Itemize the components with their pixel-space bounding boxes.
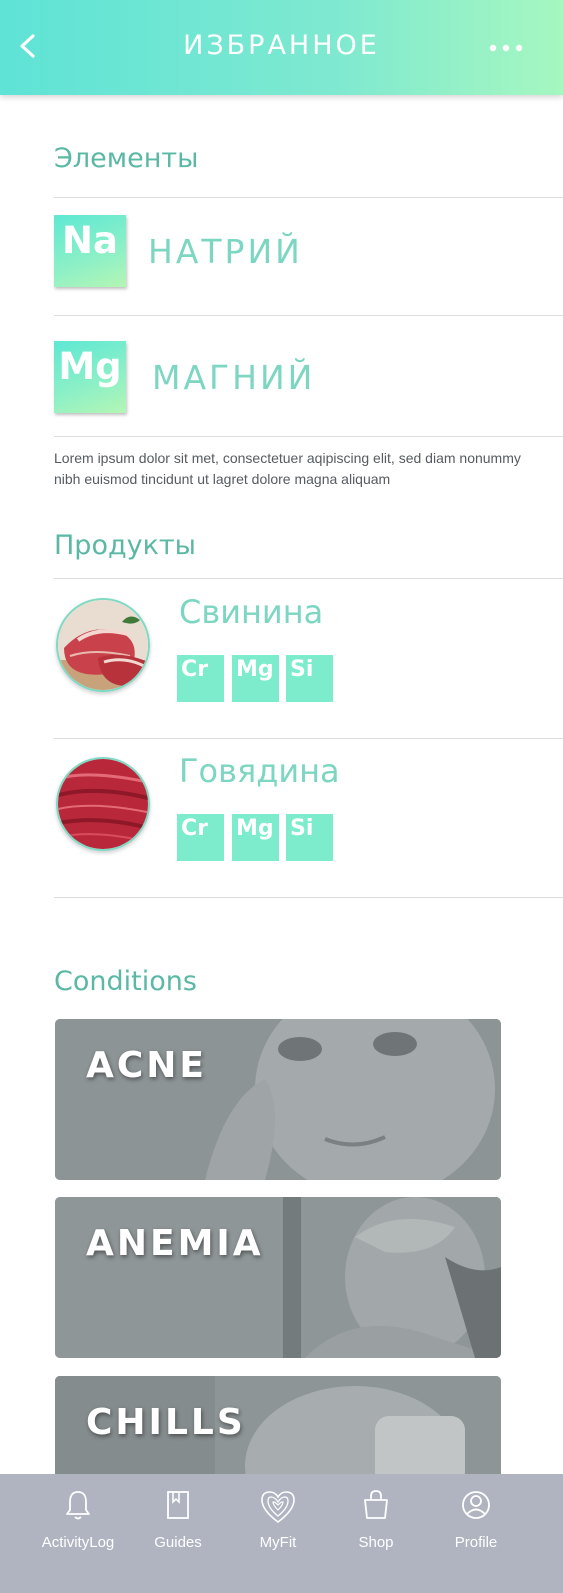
tab-myfit[interactable]: MyFit: [228, 1474, 328, 1593]
product-element-chip: Mg: [232, 814, 279, 861]
tab-activitylog[interactable]: ActivityLog: [28, 1474, 128, 1593]
divider: [54, 315, 563, 316]
condition-label: ACNE: [86, 1045, 208, 1086]
condition-label: CHILLS: [86, 1402, 246, 1443]
tab-label: MyFit: [259, 1534, 297, 1551]
page-title: ИЗБРАННОЕ: [183, 30, 380, 61]
product-element-chip: Cr: [177, 814, 224, 861]
products-section-title: Продукты: [54, 530, 196, 561]
tab-shop[interactable]: Shop: [326, 1474, 426, 1593]
product-element-chip: Mg: [232, 655, 279, 702]
shopping-bag-icon: [364, 1490, 388, 1519]
condition-card-anemia[interactable]: ANEMIA: [55, 1197, 501, 1358]
product-name: Свинина: [179, 593, 324, 631]
product-row-pork[interactable]: Свинина Cr Mg Si: [54, 593, 563, 748]
tab-label: Shop: [358, 1534, 394, 1551]
conditions-section-title: Conditions: [54, 966, 197, 997]
product-name: Говядина: [179, 752, 340, 790]
tab-label: Profile: [454, 1534, 498, 1551]
tab-label: ActivityLog: [41, 1534, 115, 1551]
condition-card-acne[interactable]: ACNE: [55, 1019, 501, 1180]
product-element-chip: Cr: [177, 655, 224, 702]
elements-section-title: Элементы: [54, 143, 199, 174]
tab-label: Guides: [154, 1534, 202, 1551]
fingerprint-heart-icon: [261, 1491, 295, 1524]
tab-profile[interactable]: Profile: [426, 1474, 526, 1593]
more-dots-icon: [489, 44, 523, 52]
tab-guides[interactable]: Guides: [128, 1474, 228, 1593]
app-header: ИЗБРАННОЕ: [0, 0, 563, 95]
more-button[interactable]: [488, 36, 526, 60]
product-element-chip: Si: [286, 655, 333, 702]
divider: [54, 436, 563, 437]
user-icon: [462, 1491, 490, 1519]
product-row-beef[interactable]: Говядина Cr Mg Si: [54, 752, 563, 907]
elements-description: Lorem ipsum dolor sit met, consectetuer …: [54, 450, 521, 487]
divider: [54, 578, 563, 579]
condition-label: ANEMIA: [86, 1223, 264, 1264]
product-element-chip: Si: [286, 814, 333, 861]
element-tile: Na: [54, 215, 126, 287]
condition-photo: [55, 1019, 501, 1180]
product-image-pork: [56, 598, 150, 692]
bottom-tab-bar: ActivityLog Guides MyFit Shop Profile: [0, 1474, 563, 1593]
divider: [54, 197, 563, 198]
divider: [54, 897, 563, 898]
divider: [54, 738, 563, 739]
bell-icon: [66, 1491, 90, 1520]
element-name: МАГНИЙ: [152, 358, 316, 397]
element-row-sodium[interactable]: Na НАТРИЙ: [54, 215, 563, 315]
element-row-magnesium[interactable]: Mg МАГНИЙ: [54, 341, 563, 441]
condition-photo: [55, 1197, 501, 1358]
element-tile: Mg: [54, 341, 126, 413]
product-image-beef: [56, 757, 150, 851]
book-icon: [167, 1491, 189, 1519]
element-name: НАТРИЙ: [148, 232, 303, 271]
